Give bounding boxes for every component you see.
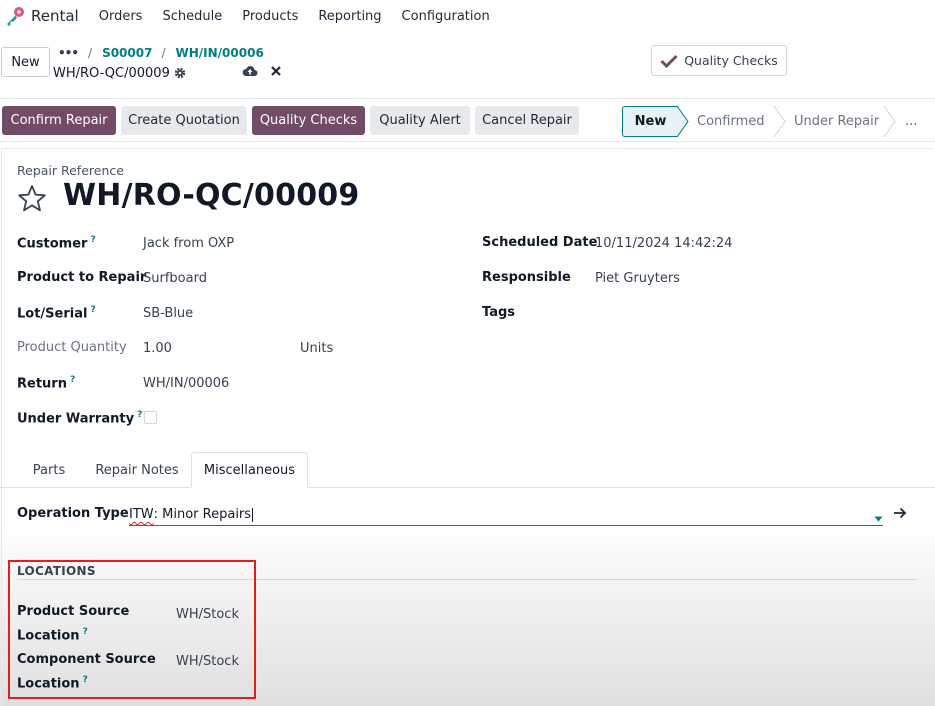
operation-type-label: Operation Type xyxy=(17,506,129,521)
status-stages: New Confirmed Under Repair ... xyxy=(622,106,933,137)
breadcrumb-separator: / xyxy=(88,46,93,60)
scheduled-date-label: Scheduled Date xyxy=(482,235,598,250)
stage-new[interactable]: New xyxy=(622,106,678,137)
text-cursor xyxy=(252,507,254,522)
responsible-label: Responsible xyxy=(482,270,571,285)
app-name[interactable]: Rental xyxy=(31,7,79,25)
record-title-row: WH/RO-QC/00009 xyxy=(53,65,186,81)
top-navbar: Rental Orders Schedule Products Reportin… xyxy=(0,0,935,32)
star-icon[interactable] xyxy=(17,184,47,216)
check-icon xyxy=(660,54,678,68)
product-to-repair-field[interactable]: Surfboard xyxy=(143,271,207,286)
stage-confirmed[interactable]: Confirmed xyxy=(697,106,765,137)
stage-arrow-icon xyxy=(677,106,689,137)
return-label: Return? xyxy=(17,375,76,392)
return-field[interactable]: WH/IN/00006 xyxy=(143,376,229,391)
close-icon[interactable] xyxy=(270,64,282,82)
quality-alert-button[interactable]: Quality Alert xyxy=(370,106,470,135)
breadcrumb-more-icon[interactable]: ••• xyxy=(58,46,79,60)
app-key-icon[interactable] xyxy=(2,2,28,30)
operation-type-prefix: ITW xyxy=(129,507,154,522)
breadcrumb-separator: / xyxy=(161,46,166,60)
menu-schedule[interactable]: Schedule xyxy=(162,9,222,24)
menu-orders[interactable]: Orders xyxy=(99,9,143,24)
customer-field[interactable]: Jack from OXP xyxy=(143,236,234,251)
arrow-right-icon[interactable] xyxy=(893,507,907,523)
scheduled-date-field[interactable]: 10/11/2024 14:42:24 xyxy=(595,236,732,251)
breadcrumb: ••• / S00007 / WH/IN/00006 xyxy=(58,45,273,61)
quality-checks-button[interactable]: Quality Checks xyxy=(252,106,365,135)
breadcrumb-receipt[interactable]: WH/IN/00006 xyxy=(176,46,264,60)
create-quotation-button[interactable]: Create Quotation xyxy=(121,106,247,135)
product-quantity-label: Product Quantity xyxy=(17,340,127,355)
lot-serial-field[interactable]: SB-Blue xyxy=(143,306,193,321)
caret-down-icon[interactable] xyxy=(874,511,883,526)
lot-serial-label: Lot/Serial? xyxy=(17,305,96,322)
breadcrumb-sale-order[interactable]: S00007 xyxy=(102,46,152,60)
tab-miscellaneous[interactable]: Miscellaneous xyxy=(191,452,308,488)
quality-checks-smart-label: Quality Checks xyxy=(684,53,778,68)
tab-parts[interactable]: Parts xyxy=(17,452,81,488)
tab-repair-notes[interactable]: Repair Notes xyxy=(83,452,191,488)
cloud-upload-icon[interactable] xyxy=(242,64,258,82)
product-to-repair-label: Product to Repair xyxy=(17,270,147,285)
operation-type-input[interactable]: ITW: Minor Repairs xyxy=(129,504,883,526)
under-warranty-label: Under Warranty? xyxy=(17,410,143,427)
repair-reference-label: Repair Reference xyxy=(17,163,124,178)
operation-type-rest: : Minor Repairs xyxy=(153,507,252,522)
highlight-box xyxy=(8,560,256,699)
repair-reference-title[interactable]: WH/RO-QC/00009 xyxy=(63,178,359,213)
uom-field[interactable]: Units xyxy=(300,341,333,356)
confirm-repair-button[interactable]: Confirm Repair xyxy=(2,106,116,135)
responsible-field[interactable]: Piet Gruyters xyxy=(595,271,680,286)
quality-checks-smart-button[interactable]: Quality Checks xyxy=(651,45,787,76)
under-warranty-checkbox[interactable] xyxy=(144,411,157,424)
new-button[interactable]: New xyxy=(1,47,50,77)
tags-label: Tags xyxy=(482,305,516,320)
stage-more-button[interactable]: ... xyxy=(905,106,918,137)
record-name: WH/RO-QC/00009 xyxy=(53,65,170,81)
stage-under-repair[interactable]: Under Repair xyxy=(794,106,880,137)
cancel-repair-button[interactable]: Cancel Repair xyxy=(475,106,579,135)
customer-label: Customer? xyxy=(17,235,96,252)
product-quantity-field[interactable]: 1.00 xyxy=(143,341,172,356)
gear-icon[interactable] xyxy=(174,67,186,79)
menu-products[interactable]: Products xyxy=(242,9,298,24)
menu-reporting[interactable]: Reporting xyxy=(318,9,381,24)
stage-arrow-icon xyxy=(884,106,896,137)
menu-configuration[interactable]: Configuration xyxy=(402,9,490,24)
stage-arrow-icon xyxy=(774,106,786,137)
